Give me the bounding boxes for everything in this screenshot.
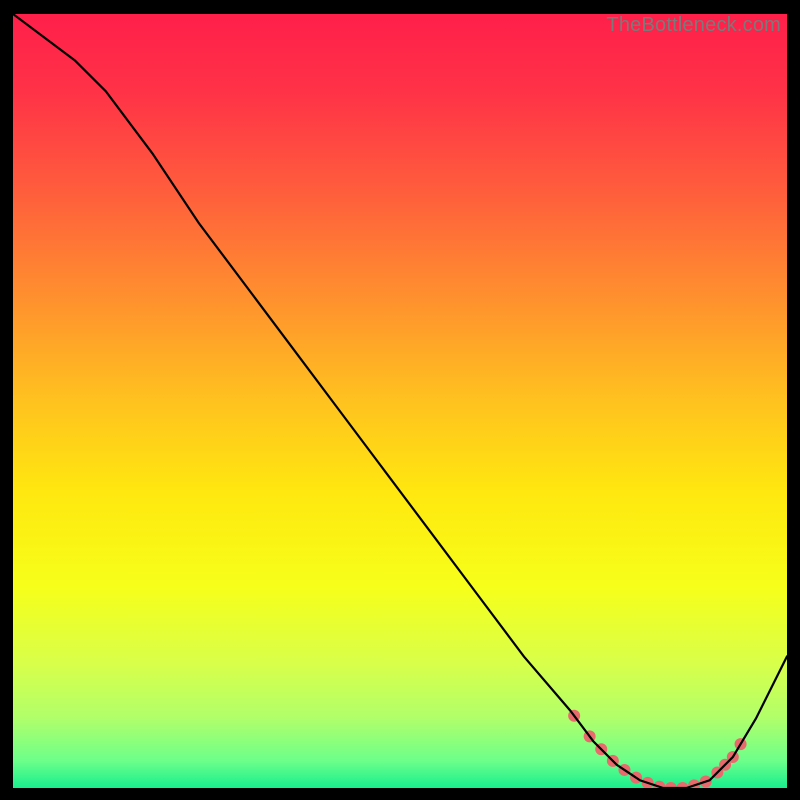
watermark-text: TheBottleneck.com [606,14,781,37]
gradient-background [13,14,787,788]
bottleneck-chart [13,14,787,788]
chart-frame: TheBottleneck.com [13,14,787,788]
